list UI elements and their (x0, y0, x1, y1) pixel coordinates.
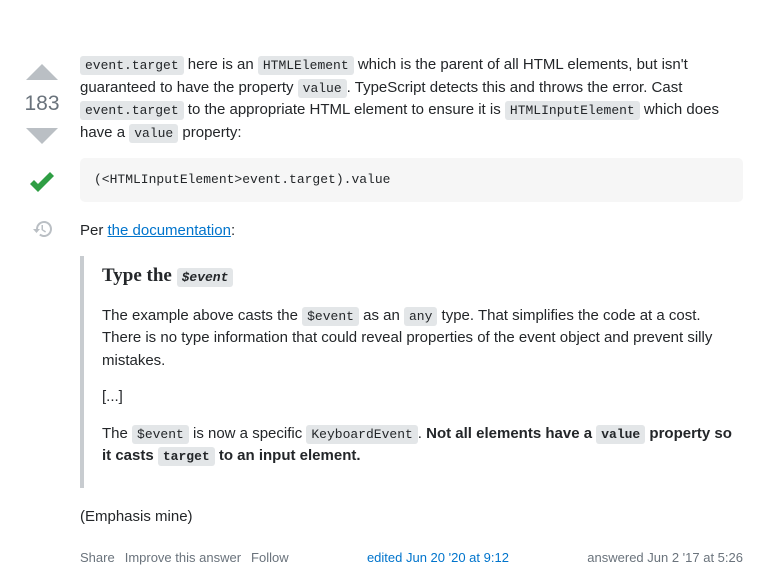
code-inline: $event (132, 425, 189, 444)
code-inline: value (596, 425, 645, 444)
upvote-button[interactable] (24, 54, 60, 90)
code-inline: $event (177, 268, 234, 287)
quote-paragraph: The example above casts the $event as an… (102, 305, 743, 373)
emphasis-note: (Emphasis mine) (80, 506, 743, 529)
code-inline: value (129, 124, 178, 143)
quote-paragraph: The $event is now a specific KeyboardEve… (102, 423, 743, 468)
answer-paragraph: event.target here is an HTMLElement whic… (80, 54, 743, 144)
share-link[interactable]: Share (80, 548, 115, 568)
post-actions: Share Improve this answer Follow (80, 548, 289, 568)
code-inline: KeyboardEvent (306, 425, 417, 444)
quote-heading: Type the $event (102, 262, 743, 291)
code-inline: event.target (80, 101, 184, 120)
edited-info[interactable]: edited Jun 20 '20 at 9:12 (367, 548, 509, 568)
accepted-checkmark-icon (24, 166, 60, 206)
code-inline: event.target (80, 56, 184, 75)
code-inline: value (298, 79, 347, 98)
activity-history-icon[interactable] (33, 220, 52, 242)
code-inline: target (158, 447, 215, 466)
downvote-button[interactable] (24, 118, 60, 154)
code-inline: $event (302, 307, 359, 326)
vote-column: 183 (16, 54, 68, 568)
vote-count: 183 (24, 92, 59, 116)
code-inline: HTMLInputElement (505, 101, 640, 120)
code-inline: any (404, 307, 437, 326)
quote-ellipsis: [...] (102, 386, 743, 409)
improve-link[interactable]: Improve this answer (125, 548, 241, 568)
code-block: (<HTMLInputElement>event.target).value (80, 158, 743, 202)
code-inline: HTMLElement (258, 56, 354, 75)
documentation-link[interactable]: the documentation (108, 222, 231, 239)
answer-footer: Share Improve this answer Follow edited … (80, 548, 743, 568)
doc-reference: Per the documentation: (80, 220, 743, 243)
documentation-quote: Type the $event The example above casts … (80, 256, 743, 488)
follow-link[interactable]: Follow (251, 548, 289, 568)
answered-info: answered Jun 2 '17 at 5:26 (587, 548, 743, 568)
answer-body: event.target here is an HTMLElement whic… (68, 54, 743, 568)
